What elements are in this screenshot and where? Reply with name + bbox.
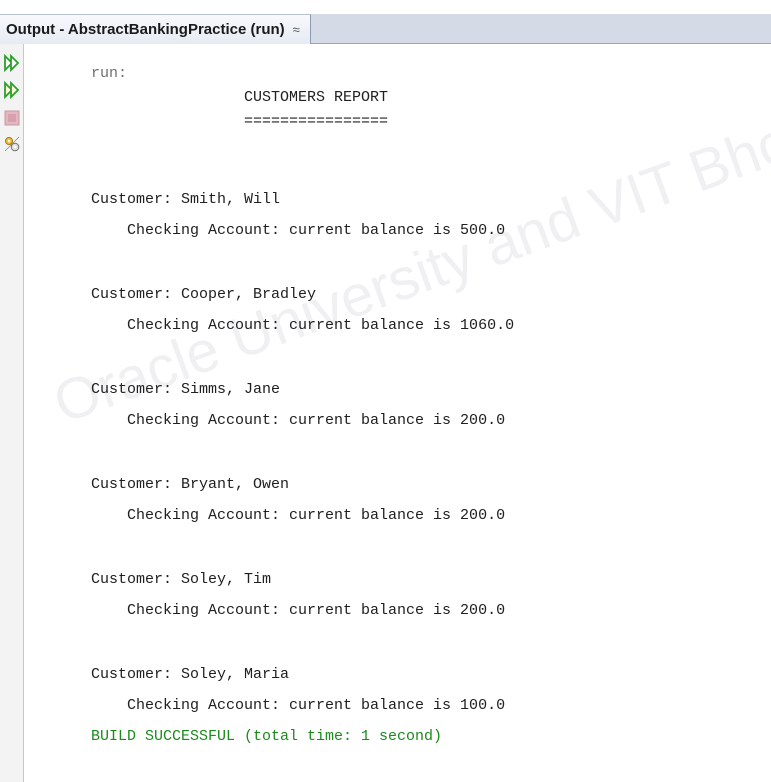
console-line: run: <box>91 65 128 82</box>
stop-icon[interactable] <box>3 109 21 127</box>
console-line: Checking Account: current balance is 200… <box>91 602 506 619</box>
rerun-with-options-icon[interactable] <box>3 81 21 99</box>
rerun-icon[interactable] <box>3 54 21 72</box>
console-line: Customer: Soley, Tim <box>91 571 272 588</box>
console-line: Customer: Cooper, Bradley <box>91 286 317 303</box>
tab-bar: Output - AbstractBankingPractice (run) ≈ <box>0 14 771 44</box>
tab-title: Output - AbstractBankingPractice (run) <box>6 21 285 38</box>
console-line: ================ <box>91 113 389 130</box>
console-line: Checking Account: current balance is 106… <box>91 317 515 334</box>
output-toolbar <box>0 44 24 782</box>
close-icon[interactable]: ≈ <box>293 22 300 37</box>
console-line: Checking Account: current balance is 100… <box>91 697 506 714</box>
console-line: CUSTOMERS REPORT <box>91 89 389 106</box>
console-line: Customer: Simms, Jane <box>91 381 281 398</box>
build-status-line: BUILD SUCCESSFUL (total time: 1 second) <box>91 728 443 745</box>
top-strip <box>0 0 771 14</box>
settings-icon[interactable] <box>3 135 21 153</box>
console-line: Customer: Bryant, Owen <box>91 476 290 493</box>
console-line: Checking Account: current balance is 200… <box>91 412 506 429</box>
output-pane[interactable]: Oracle University and VIT Bhopal U run: … <box>25 44 771 782</box>
console-line: Customer: Smith, Will <box>91 191 281 208</box>
tab-output[interactable]: Output - AbstractBankingPractice (run) ≈ <box>0 14 311 44</box>
console-line: Customer: Soley, Maria <box>91 666 290 683</box>
console-line: Checking Account: current balance is 500… <box>91 222 506 239</box>
console-line: Checking Account: current balance is 200… <box>91 507 506 524</box>
